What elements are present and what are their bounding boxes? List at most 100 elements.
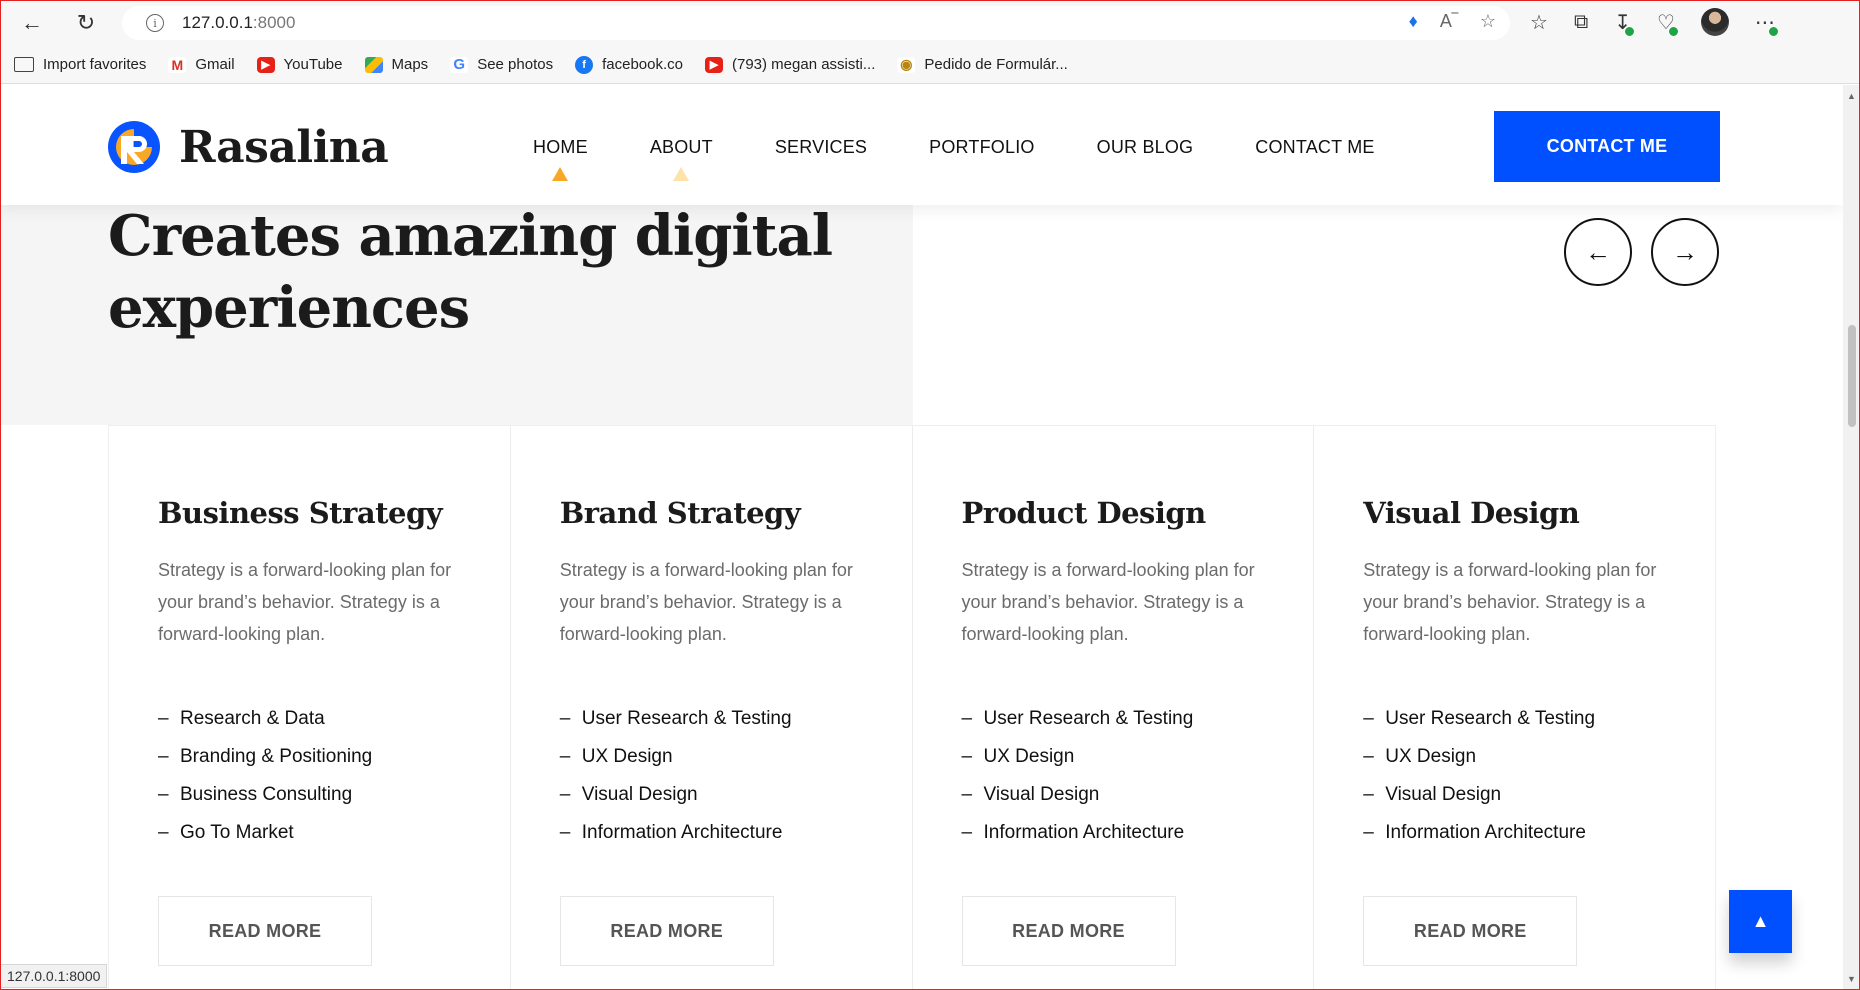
bookmark-label: (793) megan assisti... [731, 56, 876, 73]
feature-item: – Visual Design [559, 784, 698, 805]
bookmark-see-photos[interactable]: G See photos [450, 56, 553, 73]
youtube-icon: ▶ [256, 56, 275, 73]
feature-item: – Visual Design [961, 784, 1100, 805]
folder-icon [14, 57, 34, 72]
downloads-icon[interactable]: ↧ [1614, 10, 1635, 37]
menu-item-contact-me[interactable]: CONTACT ME [1255, 137, 1374, 158]
facebook-icon: f [575, 55, 594, 74]
feature-item: – Go To Market [158, 822, 294, 843]
service-card: Visual Design Strategy is a forward-look… [1314, 426, 1715, 990]
menu-item-services[interactable]: SERVICES [775, 137, 867, 158]
service-features: – User Research & Testing – UX Design – Vis… [962, 700, 1314, 852]
menu-item-portfolio[interactable]: PORTFOLIO [929, 137, 1035, 158]
browser-essentials-icon[interactable]: ♡ [1657, 10, 1679, 37]
eye-icon: ◉ [897, 56, 916, 73]
price-tag-icon[interactable]: ♦ [1409, 11, 1418, 32]
read-more-button[interactable]: READ MORE [961, 896, 1176, 966]
feature-item: – User Research & Testing [961, 708, 1194, 729]
chevron-up-icon: ▲ [1751, 911, 1770, 931]
service-card: Brand Strategy Strategy is a forward-loo… [511, 426, 913, 990]
page-viewport: Creates amazing digital experiences ← → R… [0, 85, 1860, 990]
bookmark-maps[interactable]: Maps [364, 56, 429, 73]
read-aloud-icon[interactable]: A‾ [1440, 11, 1458, 32]
bookmark-import-favorites[interactable]: Import favorites [14, 56, 146, 73]
service-features: – Research & Data – Branding & Positioning… [158, 700, 510, 852]
address-bar[interactable]: i 127.0.0.1:8000 ♦ A‾ ☆ [122, 6, 1510, 40]
scrollbar-thumb[interactable] [1848, 325, 1856, 427]
bookmark-gmail[interactable]: M Gmail [168, 56, 235, 73]
page-scrollbar[interactable]: ▲ ▼ [1843, 85, 1860, 990]
bookmark-facebook[interactable]: f facebook.co [575, 55, 683, 74]
feature-item: – UX Design [961, 746, 1075, 767]
arrow-left-icon: ← [1585, 236, 1611, 267]
profile-avatar[interactable] [1700, 8, 1729, 36]
menu-item-our-blog[interactable]: OUR BLOG [1097, 137, 1194, 158]
feature-item: – Information Architecture [559, 822, 783, 843]
feature-item: – UX Design [559, 746, 673, 767]
url-host: 127.0.0.1 [182, 13, 253, 32]
collections-icon[interactable]: ⧉ [1574, 11, 1588, 34]
feature-item: – User Research & Testing [1363, 708, 1596, 729]
feature-item: – Research & Data [158, 708, 325, 729]
bookmark-megan[interactable]: ▶ (793) megan assisti... [704, 56, 876, 73]
service-title: Business Strategy [158, 496, 443, 530]
bookmark-label: YouTube [283, 56, 343, 73]
browser-toolbar: ← ↻ i 127.0.0.1:8000 ♦ A‾ ☆ ☆ ⧉ ↧ ♡ ⋯ [0, 0, 1860, 46]
scroll-down-icon[interactable]: ▼ [1847, 974, 1856, 984]
status-bar-url: 127.0.0.1:8000 [0, 964, 108, 988]
service-description: Strategy is a forward-looking plan for y… [559, 560, 853, 644]
bookmark-label: facebook.co [602, 56, 683, 73]
bookmark-label: See photos [477, 56, 554, 73]
service-description: Strategy is a forward-looking plan for y… [961, 560, 1255, 644]
site-header: Rasalina HOME ABOUT SERVICES PORTFOLIO O… [0, 85, 1843, 205]
read-more-button[interactable]: READ MORE [1363, 896, 1578, 966]
service-title: Brand Strategy [559, 496, 801, 530]
site-info-icon[interactable]: i [146, 14, 164, 32]
favorites-icon[interactable]: ☆ [1530, 10, 1548, 35]
service-description: Strategy is a forward-looking plan for y… [1363, 560, 1657, 644]
site-logo[interactable]: Rasalina [107, 120, 389, 174]
scroll-to-top-button[interactable]: ▲ [1729, 890, 1792, 953]
bookmarks-bar: Import favorites M Gmail ▶ YouTube Maps GS… [0, 46, 1860, 84]
feature-item: – User Research & Testing [559, 708, 792, 729]
gmail-icon: M [168, 56, 187, 73]
scroll-up-icon[interactable]: ▲ [1847, 91, 1856, 101]
bookmark-pedido[interactable]: ◉ Pedido de Formulár... [897, 56, 1068, 73]
feature-item: – Business Consulting [158, 784, 353, 805]
services-grid: Business Strategy Strategy is a forward-… [108, 425, 1716, 990]
feature-item: – Visual Design [1363, 784, 1502, 805]
logo-text: Rasalina [179, 121, 389, 173]
google-icon: G [450, 56, 469, 73]
url-port: :8000 [252, 13, 296, 32]
contact-me-button[interactable]: CONTACT ME [1494, 111, 1720, 182]
menu-item-about[interactable]: ABOUT [650, 137, 713, 181]
maps-icon [364, 56, 383, 73]
back-arrow-icon[interactable]: ← [12, 3, 52, 43]
bookmark-youtube[interactable]: ▶ YouTube [256, 56, 343, 73]
bookmark-label: Pedido de Formulár... [924, 56, 1068, 73]
more-menu-icon[interactable]: ⋯ [1755, 10, 1779, 37]
hero-title: Creates amazing digital experiences [108, 203, 833, 341]
arrow-right-icon: → [1672, 236, 1698, 267]
read-more-button[interactable]: READ MORE [559, 896, 774, 966]
slider-next-button[interactable]: → [1651, 218, 1719, 286]
logo-mark-icon [108, 121, 160, 173]
service-title: Visual Design [1363, 496, 1580, 530]
active-indicator-icon [552, 167, 569, 181]
hover-indicator-icon [673, 167, 690, 181]
bookmark-label: Import favorites [43, 56, 147, 73]
service-features: – User Research & Testing – UX Design – Vis… [560, 700, 912, 852]
service-description: Strategy is a forward-looking plan for y… [158, 560, 452, 644]
service-card: Product Design Strategy is a forward-loo… [913, 426, 1315, 990]
slider-prev-button[interactable]: ← [1564, 218, 1632, 286]
service-features: – User Research & Testing – UX Design – Vis… [1363, 700, 1715, 852]
bookmark-label: Gmail [195, 56, 235, 73]
reload-icon[interactable]: ↻ [66, 3, 106, 43]
read-more-button[interactable]: READ MORE [158, 896, 372, 966]
youtube-icon: ▶ [704, 56, 723, 73]
bookmark-label: Maps [391, 56, 429, 73]
menu-item-home[interactable]: HOME [533, 137, 588, 181]
main-menu: HOME ABOUT SERVICES PORTFOLIO OUR BLOG C… [533, 137, 1437, 181]
feature-item: – UX Design [1363, 746, 1477, 767]
add-favorite-icon[interactable]: ☆ [1480, 11, 1496, 32]
